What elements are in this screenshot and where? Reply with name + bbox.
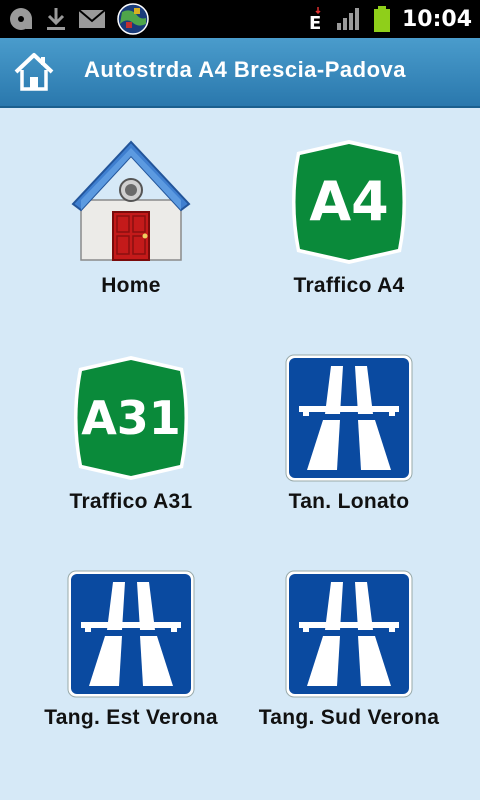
data-e-icon: E: [309, 7, 321, 33]
tile-label: Tang. Sud Verona: [258, 706, 440, 729]
mail-icon: [78, 9, 106, 28]
house-icon: [71, 140, 191, 261]
sign-text: A4: [309, 170, 388, 233]
motorway-sign-icon: [285, 354, 413, 482]
tile-label: Traffico A4: [293, 274, 405, 297]
motorway-sign-icon: [67, 570, 195, 698]
page-title: Autostrda A4 Brescia-Padova: [84, 57, 407, 82]
tile-label: Traffico A31: [69, 490, 193, 513]
cd-icon: [10, 8, 32, 30]
tile-traffico-a4[interactable]: A4 Traffico A4: [239, 110, 459, 310]
motorway-sign-icon: [285, 570, 413, 698]
home-button[interactable]: [12, 50, 56, 94]
tile-tang-est-verona[interactable]: Tang. Est Verona: [21, 542, 241, 742]
menu-grid: Home A4 Traffico A4 A31 Traffico A31 Tan…: [0, 106, 480, 800]
tile-home[interactable]: Home: [21, 110, 241, 310]
a31-sign-icon: A31: [74, 356, 188, 480]
tile-label: Home: [101, 274, 161, 297]
globe-icon: [117, 3, 149, 35]
tile-label: Tang. Est Verona: [44, 706, 218, 729]
status-bar: E 10:04: [0, 0, 480, 38]
notification-icons: [8, 3, 150, 35]
tile-label: Tan. Lonato: [288, 490, 410, 513]
a4-sign-icon: A4: [292, 140, 406, 264]
system-icons: E 10:04: [306, 4, 472, 34]
tile-traffico-a31[interactable]: A31 Traffico A31: [21, 326, 241, 526]
sign-text: A31: [81, 391, 181, 445]
svg-text:E: E: [309, 13, 321, 33]
home-icon: [14, 53, 54, 91]
clock: 10:04: [401, 6, 472, 32]
action-bar: Autostrda A4 Brescia-Padova: [0, 38, 480, 108]
battery-icon: [373, 6, 390, 32]
tile-tan-lonato[interactable]: Tan. Lonato: [239, 326, 459, 526]
tile-tang-sud-verona[interactable]: Tang. Sud Verona: [239, 542, 459, 742]
download-icon: [47, 8, 65, 30]
signal-icon: [336, 8, 359, 30]
